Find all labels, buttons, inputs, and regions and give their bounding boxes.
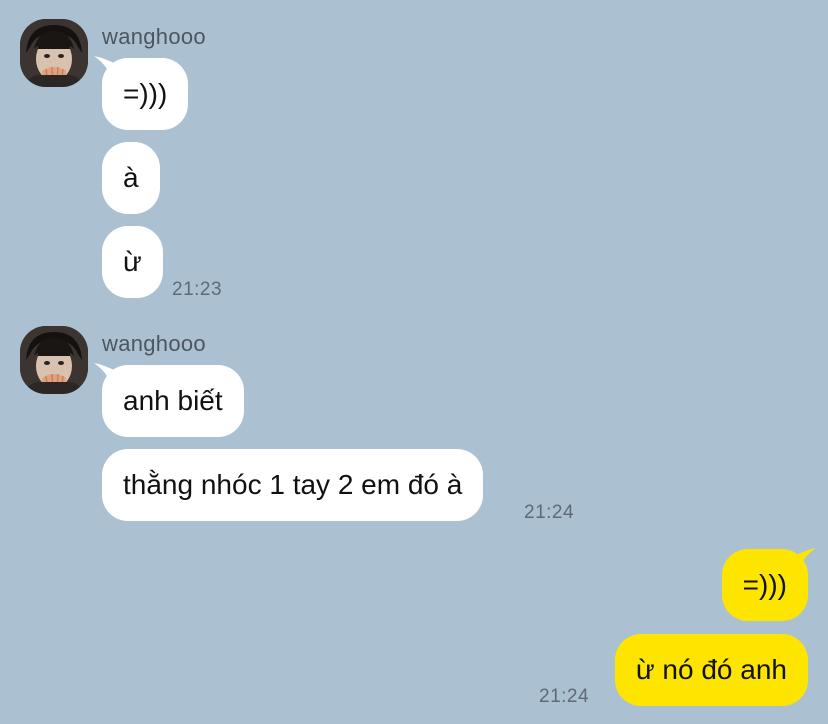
- sender-avatar[interactable]: [20, 326, 88, 394]
- incoming-message-bubble[interactable]: =))): [102, 58, 189, 130]
- sender-name: wanghooo: [102, 331, 206, 356]
- sender-name: wanghooo: [102, 24, 206, 49]
- message-timestamp: 21:24: [539, 686, 590, 707]
- outgoing-message-bubble[interactable]: ừ nó đó anh: [614, 634, 808, 706]
- message-timestamp: 21:23: [172, 279, 223, 300]
- incoming-message-bubble[interactable]: thằng nhóc 1 tay 2 em đó à: [102, 449, 484, 521]
- incoming-message-bubble[interactable]: anh biết: [102, 365, 244, 437]
- incoming-message-bubble[interactable]: à: [102, 142, 160, 214]
- sender-avatar[interactable]: [20, 19, 88, 87]
- message-timestamp: 21:24: [524, 502, 575, 523]
- outgoing-message-bubble[interactable]: =))): [721, 549, 808, 621]
- profile-photo-icon: [20, 326, 88, 394]
- incoming-message-bubble[interactable]: ừ: [102, 226, 163, 298]
- profile-photo-icon: [20, 19, 88, 87]
